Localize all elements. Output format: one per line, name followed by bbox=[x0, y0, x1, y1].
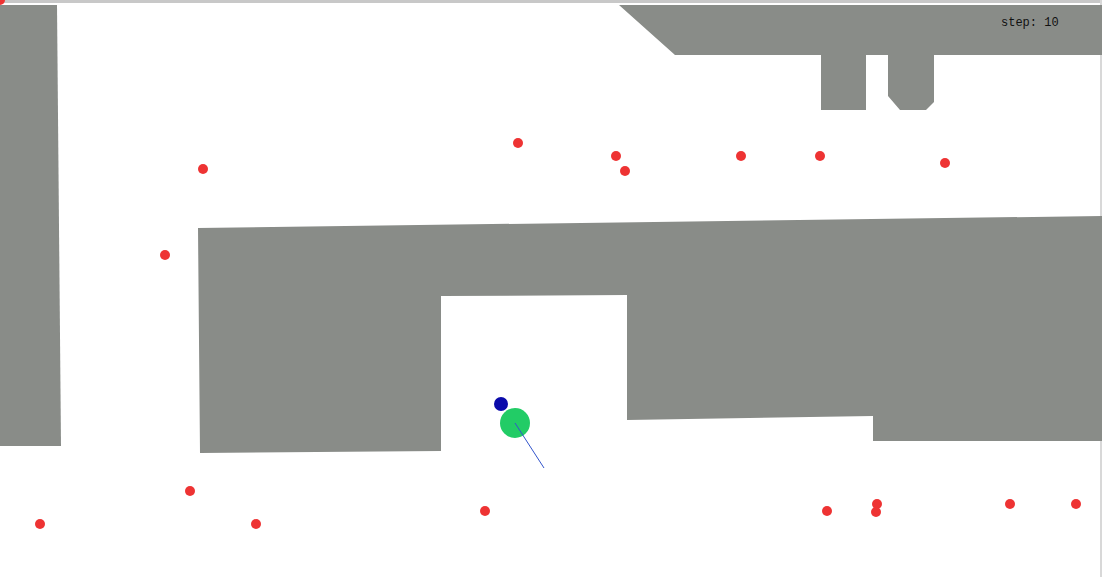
obstacle bbox=[198, 216, 1102, 453]
pedestrian bbox=[35, 519, 45, 529]
obstacle bbox=[619, 5, 1102, 110]
pedestrian bbox=[940, 158, 950, 168]
floor bbox=[0, 0, 1102, 577]
pedestrian bbox=[620, 166, 630, 176]
simulation-canvas: step: 10 bbox=[0, 0, 1102, 577]
pedestrian bbox=[160, 250, 170, 260]
heading-line bbox=[515, 423, 544, 468]
pedestrian bbox=[480, 506, 490, 516]
pedestrian bbox=[513, 138, 523, 148]
goal bbox=[494, 397, 508, 411]
pedestrian bbox=[815, 151, 825, 161]
obstacle bbox=[0, 5, 61, 446]
pedestrian bbox=[0, 0, 5, 5]
top-border bbox=[0, 0, 1102, 3]
pedestrian bbox=[185, 486, 195, 496]
pedestrian bbox=[251, 519, 261, 529]
pedestrian bbox=[611, 151, 621, 161]
robot bbox=[500, 408, 544, 468]
pedestrian bbox=[1005, 499, 1015, 509]
pedestrian bbox=[871, 507, 881, 517]
map: step: 10 bbox=[0, 0, 1102, 577]
pedestrian bbox=[736, 151, 746, 161]
pedestrian bbox=[198, 164, 208, 174]
pedestrian bbox=[822, 506, 832, 516]
step-counter: step: 10 bbox=[1001, 16, 1059, 30]
pedestrian bbox=[1071, 499, 1081, 509]
